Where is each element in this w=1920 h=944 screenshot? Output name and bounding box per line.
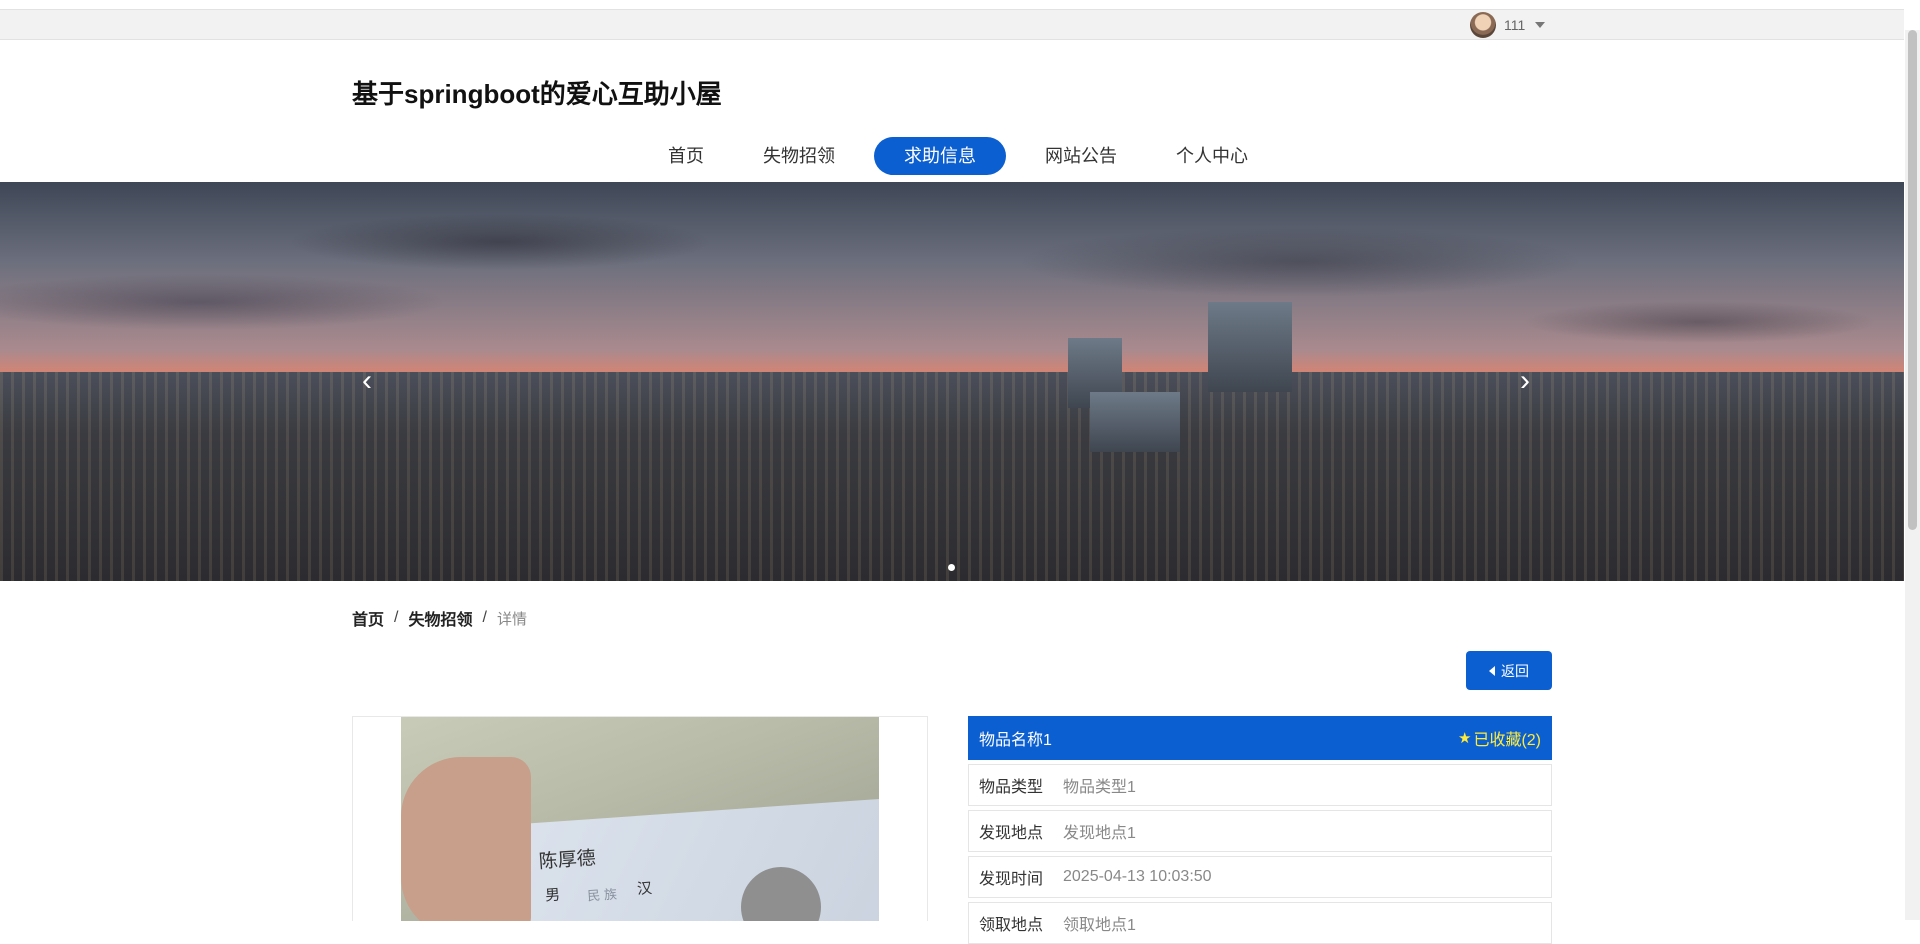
carousel-indicator[interactable] <box>948 564 955 571</box>
username[interactable]: 111 <box>1504 17 1525 33</box>
top-bar: 111 <box>0 9 1904 40</box>
banner-carousel <box>0 182 1904 581</box>
item-title: 物品名称1 <box>979 732 1052 749</box>
card-nation: 汉 <box>636 880 653 899</box>
detail-value: 物品类型1 <box>1063 779 1136 796</box>
user-menu[interactable]: 111 <box>1470 10 1546 39</box>
scrollbar-thumb[interactable] <box>1908 30 1917 530</box>
item-detail-panel: 物品名称1 ★ 已收藏(2) 物品类型 物品类型1 发现地点 发现地点1 发现时… <box>968 716 1552 944</box>
main-nav: 首页 失物招领 求助信息 网站公告 个人中心 <box>648 137 1287 175</box>
detail-label: 物品类型 <box>979 779 1044 796</box>
card-name: 陈厚德 <box>538 847 597 873</box>
breadcrumb-separator: / <box>394 609 399 626</box>
back-button[interactable]: 返回 <box>1466 651 1552 690</box>
favorite-button[interactable]: ★ 已收藏(2) <box>1458 726 1541 750</box>
detail-label: 发现地点 <box>979 825 1044 842</box>
breadcrumb-home[interactable]: 首页 <box>352 606 384 630</box>
detail-value: 发现地点1 <box>1063 825 1136 842</box>
banner-tower <box>1090 392 1180 452</box>
detail-row: 发现时间 2025-04-13 10:03:50 <box>968 856 1552 898</box>
nav-item-help-info[interactable]: 求助信息 <box>874 137 1006 175</box>
nav-item-notices[interactable]: 网站公告 <box>1025 137 1137 175</box>
detail-label: 领取地点 <box>979 917 1044 934</box>
scrollbar[interactable] <box>1905 30 1920 920</box>
item-image-panel: 姓 名 陈厚德 性 别 男 民 族 汉 <box>352 716 928 921</box>
carousel-prev-icon[interactable]: ‹ <box>362 366 382 396</box>
card-sex: 男 <box>544 886 561 905</box>
item-photo[interactable]: 姓 名 陈厚德 性 别 男 民 族 汉 <box>401 717 879 921</box>
caret-left-icon <box>1489 665 1495 676</box>
detail-label: 发现时间 <box>979 871 1044 888</box>
breadcrumb-current: 详情 <box>496 610 527 628</box>
hand <box>401 757 531 921</box>
star-icon: ★ <box>1457 730 1472 747</box>
banner-city <box>0 372 1904 581</box>
detail-value: 2025-04-13 10:03:50 <box>1063 868 1212 885</box>
carousel-next-icon[interactable]: › <box>1520 366 1540 396</box>
nav-item-personal-center[interactable]: 个人中心 <box>1156 137 1268 175</box>
card-nation-label: 民 族 <box>586 886 618 904</box>
top-strip <box>0 0 1920 9</box>
avatar[interactable] <box>1470 11 1496 38</box>
detail-row: 发现地点 发现地点1 <box>968 810 1552 852</box>
breadcrumb-separator: / <box>482 609 487 626</box>
detail-value: 领取地点1 <box>1063 917 1136 934</box>
site-title: 基于springboot的爱心互助小屋 <box>352 79 722 109</box>
caret-down-icon[interactable] <box>1535 21 1546 28</box>
detail-header: 物品名称1 ★ 已收藏(2) <box>968 716 1552 760</box>
nav-item-home[interactable]: 首页 <box>648 137 724 175</box>
detail-row: 领取地点 领取地点1 <box>968 902 1552 944</box>
nav-item-lost-found[interactable]: 失物招领 <box>743 137 855 175</box>
detail-row: 物品类型 物品类型1 <box>968 764 1552 806</box>
breadcrumb-section[interactable]: 失物招领 <box>408 606 472 630</box>
breadcrumb: 首页 / 失物招领 / 详情 <box>352 606 527 630</box>
banner-tower <box>1208 302 1292 392</box>
banner-sky <box>0 182 1904 382</box>
favorite-label: 已收藏(2) <box>1473 732 1541 749</box>
back-button-label: 返回 <box>1501 662 1529 679</box>
